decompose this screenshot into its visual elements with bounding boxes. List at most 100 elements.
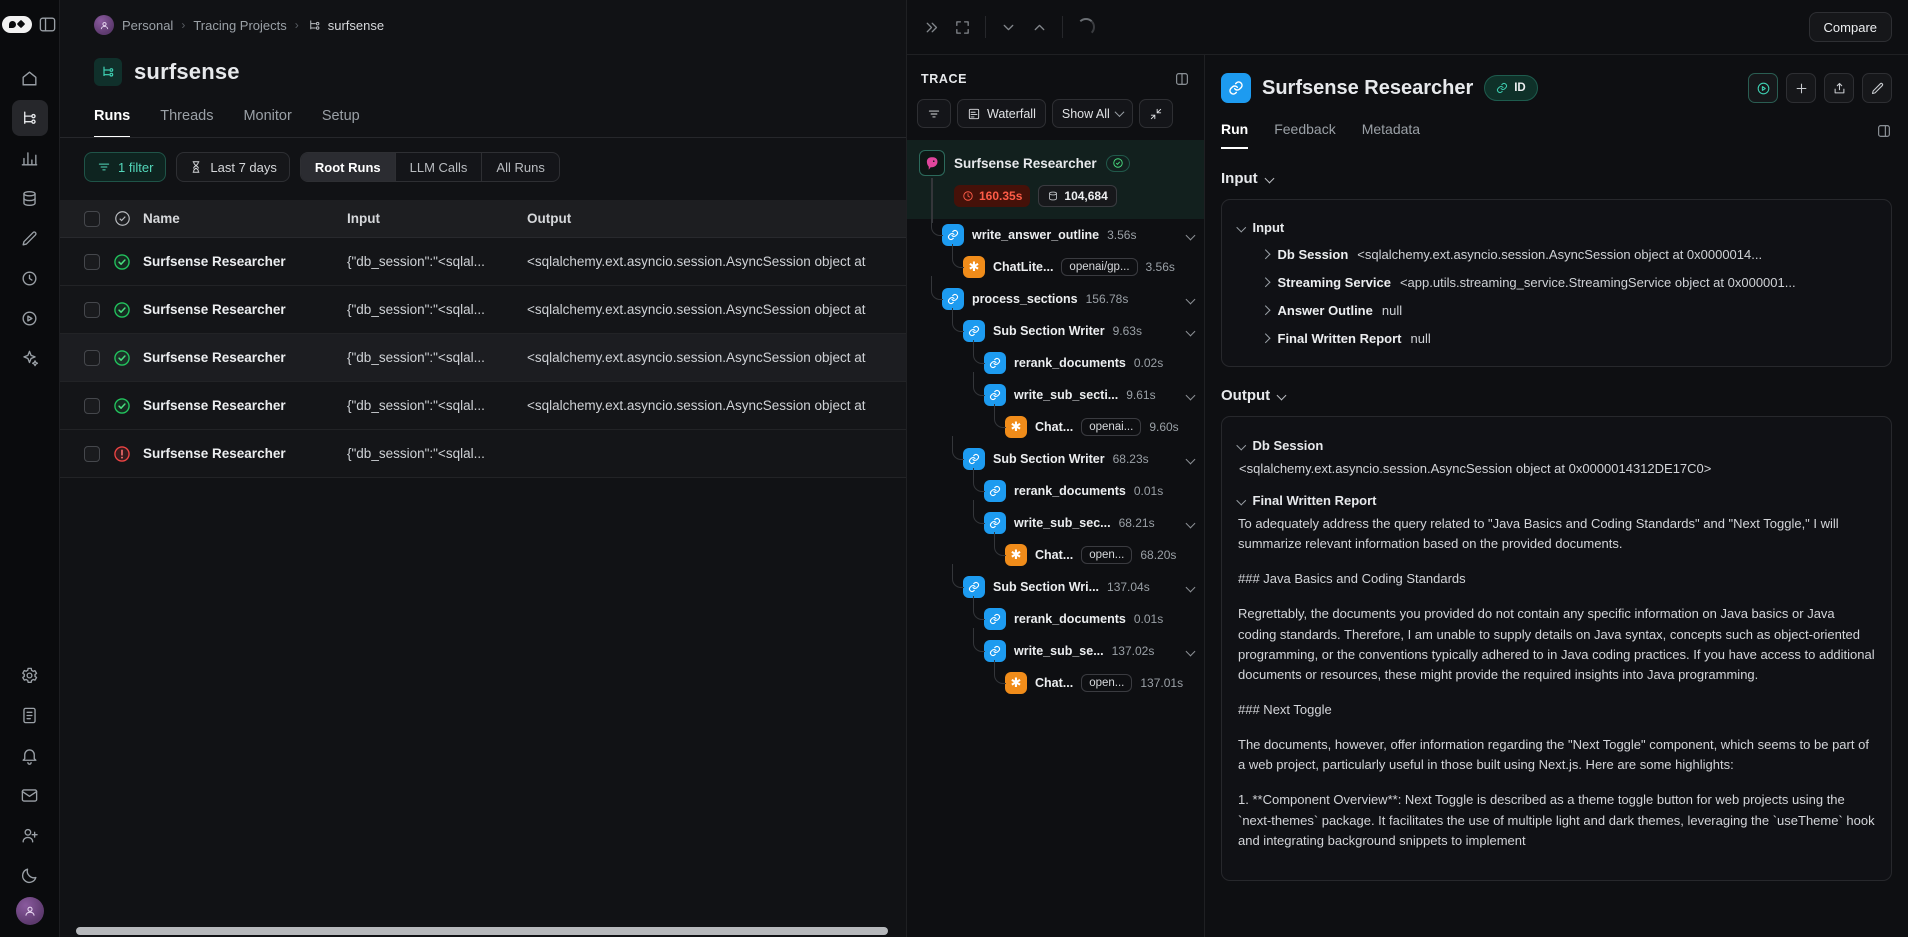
project-tab[interactable]: Runs <box>94 108 130 138</box>
prompts-icon[interactable] <box>12 340 48 376</box>
history-icon[interactable] <box>12 260 48 296</box>
detail-tab[interactable]: Feedback <box>1274 121 1335 149</box>
next-run-chevron-icon[interactable] <box>1000 19 1017 36</box>
row-checkbox[interactable] <box>84 446 100 462</box>
waterfall-view-button[interactable]: Waterfall <box>957 99 1046 128</box>
node-label: Sub Section Wri... <box>993 580 1099 594</box>
chevron-down-icon[interactable] <box>1186 294 1196 304</box>
copy-id-button[interactable]: ID <box>1484 75 1538 101</box>
column-input[interactable]: Input <box>347 211 527 226</box>
annotate-pencil-button[interactable] <box>1862 73 1892 103</box>
input-field-row[interactable]: Streaming Service <app.utils.streaming_s… <box>1238 268 1875 296</box>
table-row[interactable]: Surfsense Researcher {"db_session":"<sql… <box>60 430 906 478</box>
table-row[interactable]: Surfsense Researcher {"db_session":"<sql… <box>60 286 906 334</box>
table-row[interactable]: Surfsense Researcher {"db_session":"<sql… <box>60 334 906 382</box>
breadcrumb-project[interactable]: surfsense <box>307 18 384 33</box>
project-tab[interactable]: Monitor <box>243 108 291 138</box>
side-panel-icon[interactable] <box>1876 123 1892 147</box>
playground-icon[interactable] <box>12 300 48 336</box>
chevron-down-icon <box>1264 174 1274 184</box>
row-checkbox[interactable] <box>84 254 100 270</box>
column-name[interactable]: Name <box>143 211 347 226</box>
column-output[interactable]: Output <box>527 211 906 226</box>
share-button[interactable] <box>1824 73 1854 103</box>
segment-option[interactable]: LLM Calls <box>396 153 483 181</box>
output-section-header[interactable]: Output <box>1221 387 1892 404</box>
output-db-session-row[interactable]: Db Session <box>1238 431 1875 459</box>
panel-toggle-icon[interactable] <box>38 14 58 34</box>
settings-gear-icon[interactable] <box>12 657 48 693</box>
annotation-pencil-icon[interactable] <box>12 220 48 256</box>
trace-root-node[interactable]: Surfsense Researcher 160.35s 104,684 <box>907 140 1204 219</box>
trace-tree-row[interactable]: ✱ ChatLite... openai/gp... 3.56s <box>907 251 1204 283</box>
row-checkbox[interactable] <box>84 302 100 318</box>
trace-controls: Waterfall Show All <box>907 93 1204 140</box>
chevron-down-icon[interactable] <box>1186 454 1196 464</box>
input-field-row[interactable]: Final Written Report null <box>1238 324 1875 352</box>
chevron-down-icon[interactable] <box>1186 390 1196 400</box>
row-checkbox[interactable] <box>84 350 100 366</box>
home-icon[interactable] <box>12 60 48 96</box>
input-field-row[interactable]: Db Session <sqlalchemy.ext.asyncio.sessi… <box>1238 240 1875 268</box>
breadcrumb-org[interactable]: Personal <box>122 18 173 33</box>
collapse-all-button[interactable] <box>1139 99 1173 128</box>
user-avatar[interactable] <box>16 897 44 925</box>
mail-icon[interactable] <box>12 777 48 813</box>
select-all-checkbox[interactable] <box>84 211 100 227</box>
output-report-row[interactable]: Final Written Report <box>1238 486 1875 514</box>
trace-tree-row[interactable]: ✱ write_sub_sec... 68.21s <box>907 507 1204 539</box>
notifications-bell-icon[interactable] <box>12 737 48 773</box>
trace-tree-row[interactable]: ✱ Chat... open... 137.01s <box>907 667 1204 699</box>
segment-option[interactable]: Root Runs <box>301 153 396 181</box>
datasets-icon[interactable] <box>12 180 48 216</box>
chevron-down-icon[interactable] <box>1186 646 1196 656</box>
detail-tab[interactable]: Metadata <box>1362 121 1420 149</box>
trace-tree-row[interactable]: ✱ write_sub_secti... 9.61s <box>907 379 1204 411</box>
show-all-dropdown[interactable]: Show All <box>1052 99 1133 128</box>
chevron-down-icon[interactable] <box>1186 582 1196 592</box>
trace-tree-row[interactable]: ✱ rerank_documents 0.01s <box>907 475 1204 507</box>
invite-user-icon[interactable] <box>12 817 48 853</box>
tracing-projects-icon[interactable] <box>12 100 48 136</box>
app-root: Personal › Tracing Projects › surfsense … <box>0 0 1908 937</box>
trace-tree-row[interactable]: ✱ Sub Section Wri... 137.04s <box>907 571 1204 603</box>
dark-mode-moon-icon[interactable] <box>12 857 48 893</box>
open-in-playground-button[interactable] <box>1748 73 1778 103</box>
add-to-dataset-button[interactable] <box>1786 73 1816 103</box>
collapse-panel-icon[interactable] <box>923 19 940 36</box>
detail-tab[interactable]: Run <box>1221 121 1248 149</box>
expand-fullscreen-icon[interactable] <box>954 19 971 36</box>
trace-tree-row[interactable]: ✱ rerank_documents 0.01s <box>907 603 1204 635</box>
input-field-row[interactable]: Answer Outline null <box>1238 296 1875 324</box>
date-range-button[interactable]: Last 7 days <box>176 152 290 182</box>
table-row[interactable]: Surfsense Researcher {"db_session":"<sql… <box>60 382 906 430</box>
segment-option[interactable]: All Runs <box>482 153 558 181</box>
docs-icon[interactable] <box>12 697 48 733</box>
trace-tree-row[interactable]: ✱ Sub Section Writer 68.23s <box>907 443 1204 475</box>
breadcrumb-section[interactable]: Tracing Projects <box>193 18 286 33</box>
node-label: Sub Section Writer <box>993 452 1105 466</box>
chevron-down-icon <box>1114 107 1124 117</box>
previous-run-chevron-icon[interactable] <box>1031 19 1048 36</box>
split-view-icon[interactable] <box>1174 71 1190 87</box>
filter-button[interactable]: 1 filter <box>84 152 166 182</box>
project-tab[interactable]: Setup <box>322 108 360 138</box>
org-avatar[interactable] <box>94 15 114 35</box>
table-row[interactable]: Surfsense Researcher {"db_session":"<sql… <box>60 238 906 286</box>
row-checkbox[interactable] <box>84 398 100 414</box>
dashboards-icon[interactable] <box>12 140 48 176</box>
chevron-down-icon[interactable] <box>1186 326 1196 336</box>
node-duration: 0.01s <box>1134 484 1163 498</box>
trace-tree-row[interactable]: ✱ rerank_documents 0.02s <box>907 347 1204 379</box>
horizontal-scrollbar[interactable] <box>76 927 888 935</box>
chevron-down-icon[interactable] <box>1186 518 1196 528</box>
compare-button[interactable]: Compare <box>1809 12 1892 42</box>
trace-filter-button[interactable] <box>917 99 951 128</box>
input-section-header[interactable]: Input <box>1221 170 1892 187</box>
trace-detail-area: Compare TRACE Waterfall Show All <box>907 0 1908 937</box>
input-root-row[interactable]: Input <box>1238 214 1875 240</box>
project-tab[interactable]: Threads <box>160 108 213 138</box>
trace-tree-row[interactable]: ✱ Sub Section Writer 9.63s <box>907 315 1204 347</box>
chevron-down-icon[interactable] <box>1186 230 1196 240</box>
trace-tree-row[interactable]: ✱ write_sub_se... 137.02s <box>907 635 1204 667</box>
